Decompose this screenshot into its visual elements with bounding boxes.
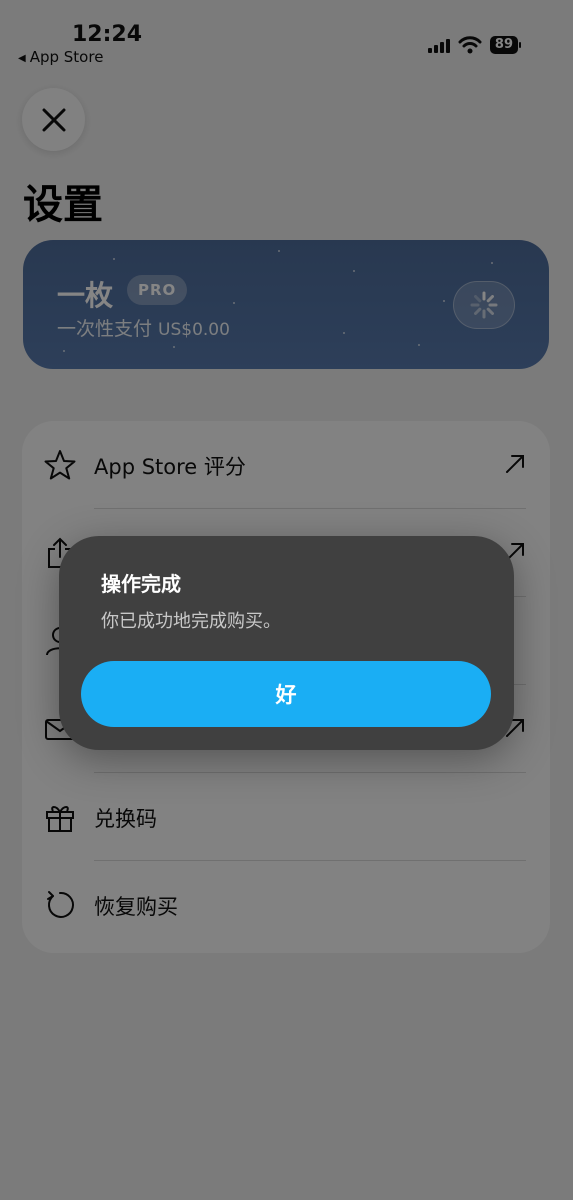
settings-screen: 12:24 ◀ App Store 89 设置 一枚 PRO 一次性支付 US$… (0, 0, 573, 1200)
alert-title: 操作完成 (101, 572, 181, 596)
alert-message: 你已成功地完成购买。 (101, 611, 281, 632)
purchase-complete-alert: 操作完成 你已成功地完成购买。 好 (59, 536, 514, 750)
alert-ok-button[interactable]: 好 (81, 661, 491, 727)
